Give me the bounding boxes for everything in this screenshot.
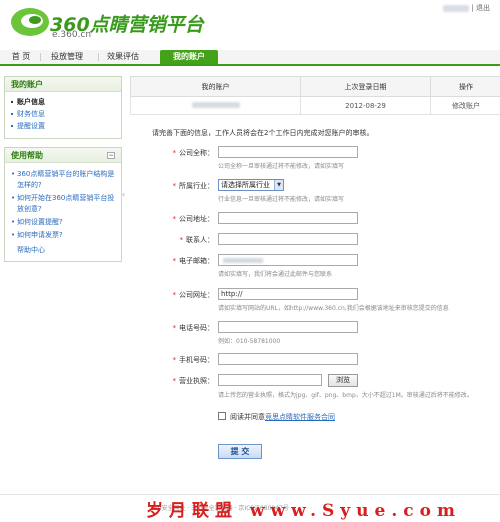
- review-notice: 请完善下面的信息，工作人员将会在2个工作日内完成对您账户的审核。: [152, 129, 374, 137]
- browse-button[interactable]: 浏览: [328, 374, 358, 387]
- help-link-invoice[interactable]: 如何申请发票?: [11, 230, 115, 241]
- chevron-down-icon: ▼: [274, 180, 283, 190]
- email-label: * 电子邮箱：: [172, 257, 215, 265]
- help-box: 使用帮助 − 360点睛营销平台的账户结构是怎样的? 如何开始在360点睛营销平…: [4, 147, 122, 262]
- collapse-sidebar-arrow-icon[interactable]: ‹: [122, 190, 127, 204]
- bullet-icon: [11, 101, 13, 103]
- logo-domain: e.360.cn: [52, 30, 92, 40]
- phone-label: * 电话号码：: [172, 324, 215, 332]
- email-hint: 请如实填写，我们将会通过此邮件与您联系: [218, 271, 333, 278]
- address-label: * 公司地址：: [172, 215, 215, 223]
- nav-divider: [40, 53, 41, 61]
- website-hint: 请如实填写网站的URL，如http://www.360.cn,我们会根据该地址来…: [218, 305, 449, 312]
- collapse-icon[interactable]: −: [107, 152, 115, 159]
- mobile-label: * 手机号码：: [172, 356, 215, 364]
- website-input[interactable]: http://: [218, 288, 358, 300]
- 360-logo-icon[interactable]: [8, 4, 52, 40]
- address-input[interactable]: [218, 212, 358, 224]
- agreement-text: 阅读并同意竞思点睛软件服务合同: [230, 412, 335, 422]
- sidebar-item-reminder-settings[interactable]: 提醒设置: [11, 120, 115, 132]
- nav-divider: [98, 53, 99, 61]
- account-name-redacted: [191, 101, 240, 108]
- header: 360点睛营销平台 e.360.cn | 退出: [0, 0, 500, 48]
- tab-home[interactable]: 首 页: [6, 50, 36, 64]
- help-title-text: 使用帮助: [11, 151, 43, 160]
- company-name-input[interactable]: [218, 146, 358, 158]
- last-login-cell: 2012-08-29: [300, 96, 431, 115]
- sidebar-item-label: 提醒设置: [17, 122, 45, 130]
- edit-account-link[interactable]: 修改账户: [430, 96, 500, 115]
- industry-select-value: 请选择所属行业: [221, 181, 270, 189]
- mobile-input[interactable]: [218, 353, 358, 365]
- account-menu-box: 我的账户 账户信息 财务信息 提醒设置: [4, 76, 122, 139]
- website-label: * 公司网址：: [172, 291, 215, 299]
- help-link-account-structure[interactable]: 360点睛营销平台的账户结构是怎样的?: [11, 169, 115, 191]
- company-name-label: * 公司全称：: [172, 149, 215, 157]
- license-label: * 营业执照：: [172, 377, 215, 385]
- sidebar: 我的账户 账户信息 财务信息 提醒设置 使用帮助 − 360点睛营销平台的账户结…: [4, 76, 122, 270]
- submit-button[interactable]: 提 交: [218, 444, 262, 459]
- contact-label: * 联系人：: [179, 236, 215, 244]
- help-link-start-ads[interactable]: 如何开始在360点睛营销平台投放创意?: [11, 193, 115, 215]
- account-name-cell: [130, 96, 301, 115]
- industry-select[interactable]: 请选择所属行业 ▼: [218, 179, 284, 191]
- username-redacted: [443, 4, 470, 12]
- help-link-set-reminder[interactable]: 如何设置提醒?: [11, 217, 115, 228]
- agreement-label: 阅读并同意: [230, 413, 265, 421]
- contact-input[interactable]: [218, 233, 358, 245]
- tab-my-account[interactable]: 我的账户: [160, 50, 218, 64]
- sidebar-item-finance-info[interactable]: 财务信息: [11, 108, 115, 120]
- bullet-icon: [11, 113, 13, 115]
- help-center-link[interactable]: 帮助中心: [17, 245, 115, 255]
- watermark-text: 岁月联盟 www.Syue.com: [146, 501, 461, 521]
- company-name-hint: 公司全称一旦审核通过将不能修改，请如实填写: [218, 163, 345, 170]
- tab-ad-management[interactable]: 投放管理: [46, 50, 88, 64]
- sidebar-item-account-info[interactable]: 账户信息: [11, 96, 115, 108]
- bullet-icon: [11, 125, 13, 127]
- service-contract-link[interactable]: 竞思点睛软件服务合同: [265, 413, 335, 421]
- account-summary-table: 我的账户 上次登录日期 操作 2012-08-29 修改账户: [130, 76, 500, 115]
- table-row: 2012-08-29 修改账户: [130, 96, 500, 115]
- license-file-input[interactable]: [218, 374, 322, 386]
- help-title: 使用帮助 −: [5, 148, 121, 163]
- tab-performance[interactable]: 效果评估: [104, 50, 142, 64]
- column-header: 上次登录日期: [300, 76, 431, 97]
- industry-hint: 行业信息一旦审核通过将不能修改，请如实填写: [218, 196, 345, 203]
- agree-checkbox[interactable]: [218, 412, 226, 420]
- phone-input[interactable]: [218, 321, 358, 333]
- top-nav: 首 页 投放管理 效果评估 我的账户: [0, 50, 500, 66]
- column-header: 操作: [430, 76, 500, 97]
- sidebar-item-label: 财务信息: [17, 110, 45, 118]
- logout-link[interactable]: | 退出: [471, 4, 490, 12]
- column-header: 我的账户: [130, 76, 301, 97]
- email-input[interactable]: [218, 254, 358, 266]
- phone-hint: 例如：010-58781000: [218, 338, 281, 345]
- industry-label: * 所属行业：: [172, 182, 215, 190]
- license-hint: 请上传您的营业执照，格式为jpg、gif、png、bmp，大小不超过1M。审核通…: [218, 392, 473, 399]
- user-area: | 退出: [443, 3, 490, 13]
- account-menu-title: 我的账户: [5, 77, 121, 92]
- sidebar-item-label: 账户信息: [17, 98, 45, 106]
